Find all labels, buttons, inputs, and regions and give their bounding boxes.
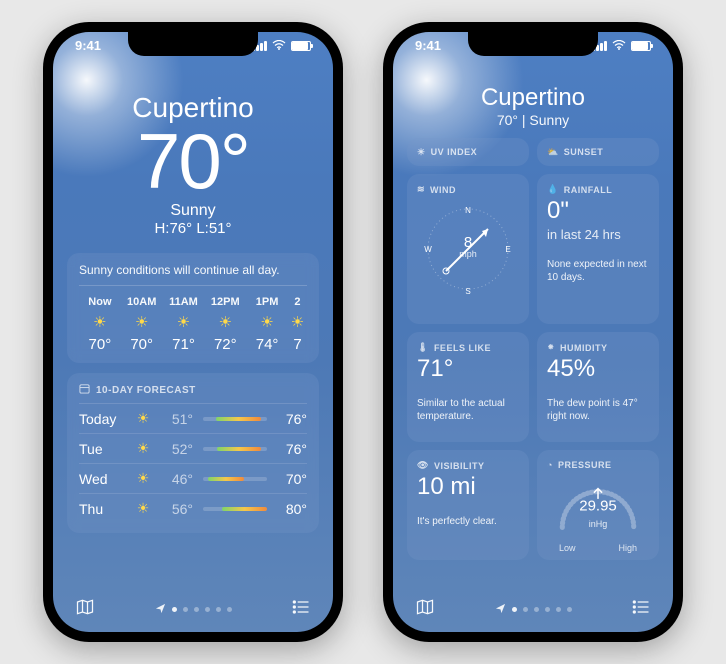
- sun-icon: ☀: [133, 500, 153, 517]
- sunset-icon: ⛅: [547, 147, 559, 158]
- list-icon[interactable]: [631, 597, 651, 622]
- phone-frame-right: 9:41 Cupertino 70° | Sunny ☀UV INDEX ⛅SU…: [383, 22, 683, 642]
- humidity-footer: The dew point is 47° right now.: [547, 397, 649, 423]
- sun-icon: ☀: [204, 313, 246, 331]
- thermometer-icon: 🌡: [417, 342, 429, 353]
- detail-grid[interactable]: ☀UV INDEX ⛅SUNSET ≋WIND N E S W: [407, 138, 659, 560]
- list-icon[interactable]: [291, 597, 311, 622]
- page-dots[interactable]: [495, 601, 572, 619]
- map-icon[interactable]: [415, 597, 435, 622]
- sun-icon: ☀: [133, 470, 153, 487]
- drop-icon: 💧: [547, 184, 559, 195]
- feels-like-tile[interactable]: 🌡FEELS LIKE 71° Similar to the actual te…: [407, 332, 529, 442]
- page-dots[interactable]: [155, 601, 232, 619]
- hour-item: Now☀70°: [79, 296, 121, 353]
- phone-screen-right: 9:41 Cupertino 70° | Sunny ☀UV INDEX ⛅SU…: [393, 32, 673, 632]
- wind-tile[interactable]: ≋WIND N E S W 8mph: [407, 174, 529, 324]
- sun-icon: ☀: [133, 440, 153, 457]
- status-right: [592, 38, 651, 53]
- svg-text:S: S: [465, 287, 470, 296]
- hour-item: 1PM☀74°: [246, 296, 288, 353]
- sun-icon: ☀: [417, 147, 426, 158]
- wifi-icon: [272, 39, 286, 53]
- sun-icon: ☀: [163, 313, 205, 331]
- svg-text:E: E: [505, 245, 510, 254]
- location-arrow-icon: [155, 601, 166, 619]
- battery-icon: [291, 41, 311, 51]
- status-time: 9:41: [415, 38, 441, 53]
- hour-item: 10AM☀70°: [121, 296, 163, 353]
- svg-text:W: W: [424, 245, 432, 254]
- wifi-icon: [612, 39, 626, 53]
- daily-row[interactable]: Wed☀46°70°: [79, 464, 307, 494]
- calendar-icon: [79, 383, 90, 397]
- daily-forecast-header: 10-DAY FORECAST: [79, 383, 307, 404]
- pressure-tile[interactable]: ◔PRESSURE 29.95 inHg LowHigh: [537, 450, 659, 560]
- notch: [468, 32, 598, 56]
- hour-item: 2☀7: [288, 296, 307, 353]
- high-low: H:76° L:51°: [67, 220, 319, 237]
- rainfall-sub: in last 24 hrs: [547, 227, 649, 244]
- sunset-tile[interactable]: ⛅SUNSET: [537, 138, 659, 166]
- feels-like-footer: Similar to the actual temperature.: [417, 397, 519, 423]
- hourly-row[interactable]: Now☀70° 10AM☀70° 11AM☀71° 12PM☀72° 1PM☀7…: [79, 296, 307, 353]
- notch: [128, 32, 258, 56]
- uv-index-tile[interactable]: ☀UV INDEX: [407, 138, 529, 166]
- rainfall-footer: None expected in next 10 days.: [547, 258, 649, 284]
- daily-row[interactable]: Today☀51°76°: [79, 404, 307, 434]
- gauge-icon: ◔: [547, 460, 553, 470]
- sun-icon: ☀: [79, 313, 121, 331]
- visibility-value: 10 mi: [417, 473, 519, 501]
- humidity-icon: ⁕: [547, 342, 555, 353]
- sun-icon: ☀: [288, 313, 307, 331]
- sun-icon: ☀: [246, 313, 288, 331]
- map-icon[interactable]: [75, 597, 95, 622]
- hour-item: 11AM☀71°: [163, 296, 205, 353]
- forecast-summary: Sunny conditions will continue all day.: [79, 263, 307, 286]
- rainfall-tile[interactable]: 💧RAINFALL 0" in last 24 hrs None expecte…: [537, 174, 659, 324]
- city-name: Cupertino: [407, 84, 659, 112]
- rainfall-value: 0": [547, 197, 649, 225]
- phone-screen-left: 9:41 Cupertino 70° Sunny H:76° L:51° Sun…: [53, 32, 333, 632]
- main-content[interactable]: Cupertino 70° Sunny H:76° L:51° Sunny co…: [53, 70, 333, 582]
- battery-icon: [631, 41, 651, 51]
- daily-row[interactable]: Tue☀52°76°: [79, 434, 307, 464]
- daily-forecast-panel[interactable]: 10-DAY FORECAST Today☀51°76° Tue☀52°76° …: [67, 373, 319, 533]
- eye-icon: 👁: [417, 460, 429, 471]
- daily-row[interactable]: Thu☀56°80°: [79, 494, 307, 523]
- hourly-forecast-panel[interactable]: Sunny conditions will continue all day. …: [67, 253, 319, 363]
- sun-icon: ☀: [133, 410, 153, 427]
- humidity-value: 45%: [547, 355, 649, 383]
- feels-like-value: 71°: [417, 355, 519, 383]
- temperature-condition-line: 70° | Sunny: [407, 112, 659, 128]
- current-temperature: 70°: [67, 122, 319, 200]
- svg-text:N: N: [465, 206, 471, 215]
- pressure-gauge: 29.95 inHg LowHigh: [547, 472, 649, 562]
- phone-frame-left: 9:41 Cupertino 70° Sunny H:76° L:51° Sun…: [43, 22, 343, 642]
- visibility-tile[interactable]: 👁VISIBILITY 10 mi It's perfectly clear.: [407, 450, 529, 560]
- bottom-bar: [393, 597, 673, 622]
- status-time: 9:41: [75, 38, 101, 53]
- humidity-tile[interactable]: ⁕HUMIDITY 45% The dew point is 47° right…: [537, 332, 659, 442]
- wind-compass: N E S W 8mph: [417, 199, 519, 299]
- current-condition: Sunny: [67, 202, 319, 220]
- sun-icon: ☀: [121, 313, 163, 331]
- wind-icon: ≋: [417, 184, 425, 195]
- main-content[interactable]: Cupertino 70° | Sunny ☀UV INDEX ⛅SUNSET …: [393, 70, 673, 582]
- status-right: [252, 38, 311, 53]
- bottom-bar: [53, 597, 333, 622]
- visibility-footer: It's perfectly clear.: [417, 515, 519, 528]
- location-arrow-icon: [495, 601, 506, 619]
- hour-item: 12PM☀72°: [204, 296, 246, 353]
